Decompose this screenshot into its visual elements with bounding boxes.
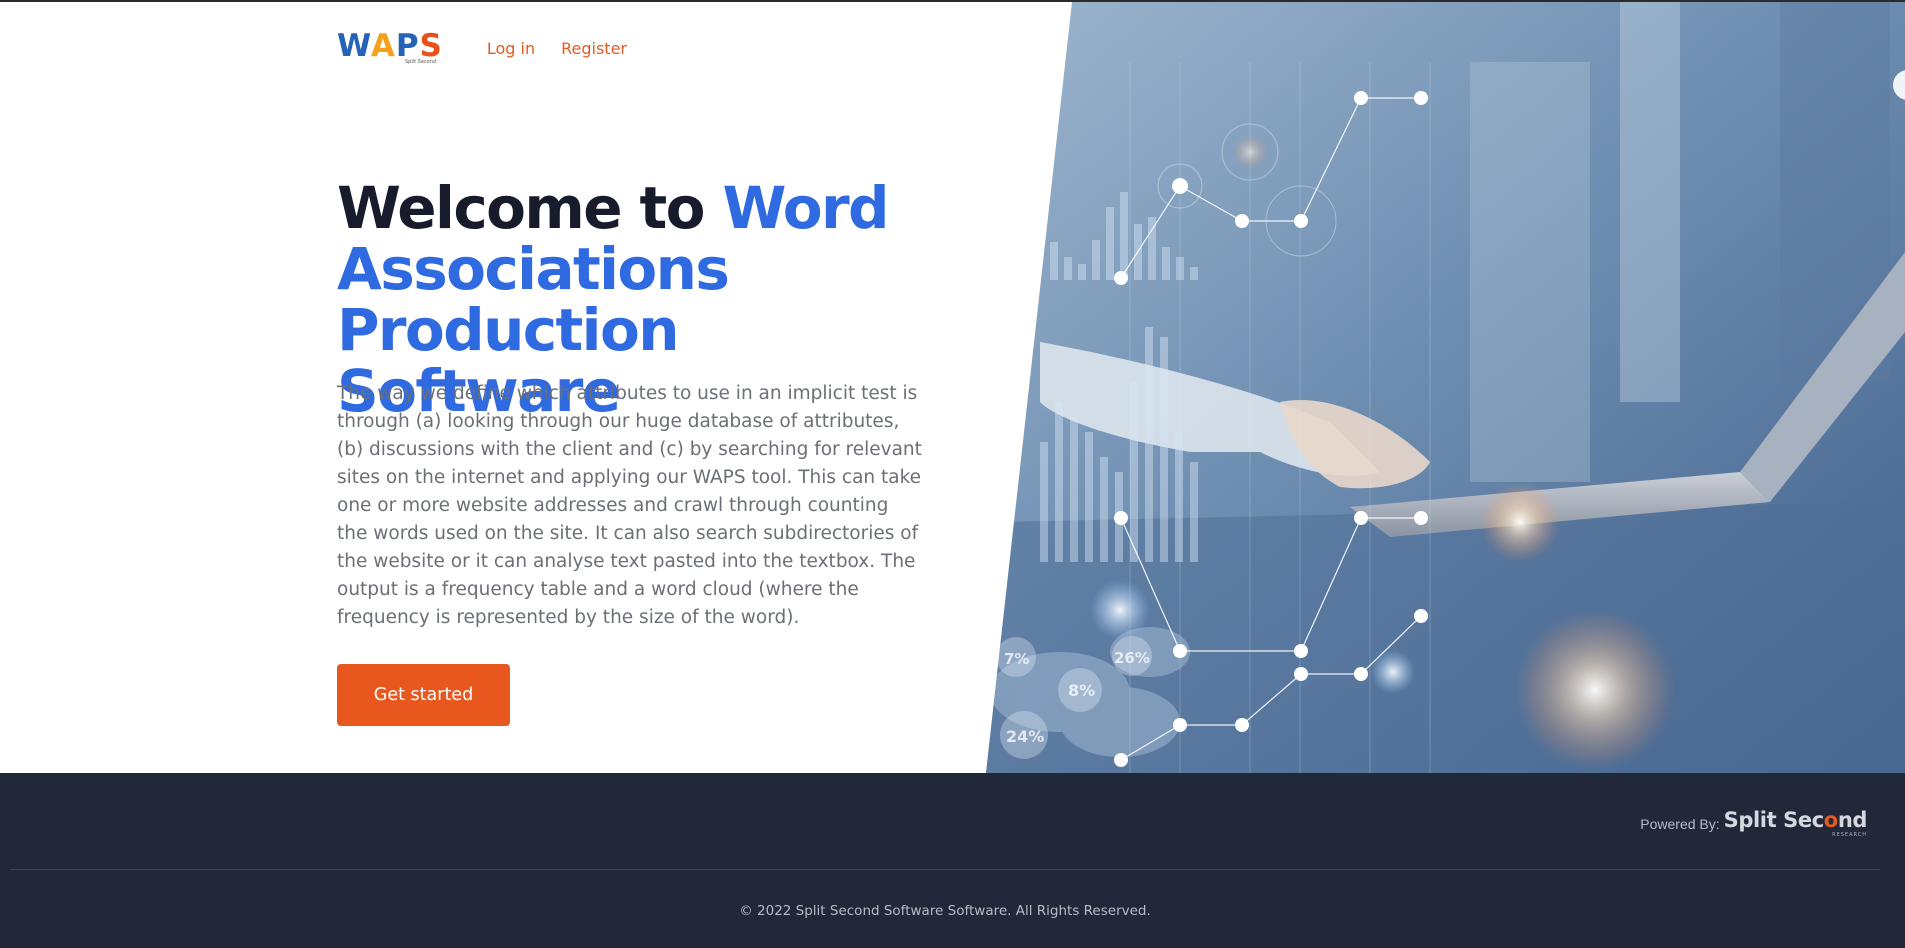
login-link[interactable]: Log in [487, 39, 535, 58]
hero-title-highlight-1: Word [722, 174, 889, 242]
brand-name-part2: nd [1837, 808, 1868, 832]
hero-image-label-2: 26% [1114, 649, 1150, 667]
hero-image-label-4: 24% [1006, 727, 1044, 746]
copyright-text: © 2022 Split Second Software Software. A… [739, 903, 1151, 919]
register-link[interactable]: Register [561, 39, 627, 58]
hero-image-label-3: 8% [1068, 681, 1095, 700]
hero-title-prefix: Welcome to [337, 174, 723, 242]
footer-divider [10, 869, 1880, 870]
hero-image: 7% 26% 8% 24% [986, 2, 1905, 773]
logo-letter-a: A [370, 28, 396, 64]
brand-name-o: o [1823, 808, 1838, 832]
hero-title-highlight-2: Associations [337, 235, 730, 303]
hero-section: 7% 26% 8% 24% WAPS Split Second Log in R… [0, 2, 1905, 773]
powered-by-label: Powered By: [1640, 815, 1720, 832]
split-second-logo[interactable]: Split Second RESEARCH [1723, 808, 1868, 838]
powered-by: Powered By: Split Second RESEARCH [1640, 809, 1867, 838]
top-nav: WAPS Split Second Log in Register [337, 28, 653, 68]
hero-description: The way we define which attributes to us… [337, 383, 922, 628]
logo-subtitle: Split Second [405, 59, 437, 65]
brand-subtitle: RESEARCH [1832, 832, 1867, 838]
hero-image-label-1: 7% [1004, 650, 1029, 668]
brand-name-part1: Split Sec [1723, 808, 1825, 832]
footer: Powered By: Split Second RESEARCH © 2022… [0, 773, 1905, 948]
logo-letter-w: W [337, 28, 371, 64]
waps-logo[interactable]: WAPS Split Second [337, 28, 443, 66]
get-started-button[interactable]: Get started [337, 664, 510, 726]
